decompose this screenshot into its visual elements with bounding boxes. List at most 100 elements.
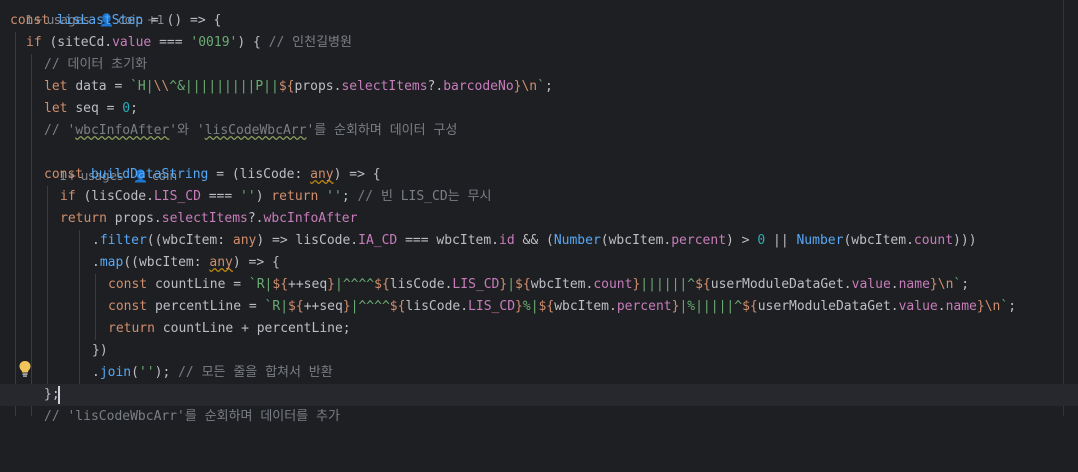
comment: // ' [44, 123, 76, 138]
property: barcodeNo [443, 79, 514, 94]
code-text: = (lisCode: [208, 167, 311, 182]
code-text: }) [92, 343, 108, 358]
lightbulb-icon[interactable] [18, 360, 32, 378]
template-brace: ${ [389, 299, 406, 314]
code-text: ) => { [333, 167, 381, 182]
code-line[interactable]: .join(''); // 모든 줄을 합쳐서 반환 [0, 362, 1078, 384]
code-line[interactable]: if (lisCode.LIS_CD === '') return ''; //… [0, 186, 1078, 208]
code-text: . [92, 233, 100, 248]
keyword: if [60, 189, 76, 204]
template-string: ^&|||||||||P|| [169, 79, 279, 94]
template-brace: ${ [742, 299, 758, 314]
usages-hint[interactable]: 1+ usages 👤 coin [44, 143, 177, 183]
string: '' [240, 189, 256, 204]
code-text: === wbcItem. [397, 233, 500, 248]
string: '' [138, 365, 155, 380]
keyword: let [44, 79, 76, 94]
keyword: const [10, 13, 57, 28]
keyword: return [60, 211, 115, 226]
code-text: ) => { [232, 255, 280, 270]
code-line[interactable]: // 데이터 초기화 [0, 54, 1078, 76]
property: name [898, 277, 930, 292]
code-text: ( [131, 365, 139, 380]
code-text: === [151, 35, 191, 50]
property: percent [671, 233, 727, 248]
type-any: any [232, 233, 257, 248]
comment: // 'lisCodeWbcArr'를 순회하며 데이터를 추가 [44, 409, 340, 424]
comment-typo: wbcInfoAfter [75, 123, 170, 138]
text-caret [58, 386, 60, 404]
code-line[interactable]: }) [0, 340, 1078, 362]
number: 0 [122, 101, 131, 116]
code-line[interactable]: return props.selectItems?.wbcInfoAfter [0, 208, 1078, 230]
code-text: ) => lisCode. [256, 233, 359, 248]
code-text: ?. [247, 211, 264, 226]
code-text: ((wbcItem: [146, 233, 233, 248]
template-string: %| [522, 299, 539, 314]
code-text: ?. [427, 79, 444, 94]
keyword: return [108, 321, 163, 336]
code-text: ; [130, 101, 138, 116]
escape-sequence: \n [984, 299, 1001, 314]
code-text: userModuleDataGet. [710, 277, 852, 292]
code-text: props. [294, 79, 342, 94]
code-line[interactable]: // 'wbcInfoAfter'와 'lisCodeWbcArr'를 순회하며… [0, 120, 1078, 142]
usages-hint[interactable]: 1+ usages 👤 coin +1 [10, 0, 164, 27]
template-string: ` [537, 79, 545, 94]
code-line[interactable]: let seq = 0; [0, 98, 1078, 120]
code-text: (siteCd. [41, 35, 113, 50]
property: wbcInfoAfter [263, 211, 358, 226]
code-text: (wbcItem. [600, 233, 672, 248]
property: selectItems [161, 211, 248, 226]
code-line-current[interactable]: }; [0, 384, 1078, 406]
code-editor[interactable]: 1+ usages 👤 coin +1 const lisLastStep = ()… [0, 0, 1078, 424]
code-text: ) > [726, 233, 758, 248]
template-brace: ${ [272, 277, 289, 292]
code-text: ((wbcItem: [123, 255, 210, 270]
property: LIS_CD [153, 189, 201, 204]
property: LIS_CD [468, 299, 516, 314]
property: value [112, 35, 152, 50]
property: percent [616, 299, 672, 314]
property: value [898, 299, 938, 314]
code-text: ) [255, 189, 272, 204]
code-text: data = [75, 79, 131, 94]
code-text: props. [114, 211, 162, 226]
code-line[interactable]: return countLine + percentLine; [0, 318, 1078, 340]
template-string: `R| [264, 299, 289, 314]
template-brace: } [342, 299, 351, 314]
keyword: let [44, 101, 76, 116]
escape-sequence: \n [937, 277, 954, 292]
property: count [913, 233, 954, 248]
code-line[interactable]: .map((wbcItem: any) => { [0, 252, 1078, 274]
template-brace: } [327, 277, 335, 292]
template-string: `R| [248, 277, 273, 292]
code-text: === [200, 189, 241, 204]
code-text: ) { [237, 35, 269, 50]
code-text: lisCode. [405, 299, 469, 314]
code-text: . [92, 365, 100, 380]
code-line[interactable]: const countLine = `R|${++seq}|^^^^${lisC… [0, 274, 1078, 296]
code-text: . [937, 299, 946, 314]
template-brace: ${ [278, 79, 295, 94]
property: count [593, 277, 633, 292]
template-brace: ${ [374, 277, 390, 292]
number: 0 [757, 233, 766, 248]
code-line[interactable]: const percentLine = `R|${++seq}|^^^^${li… [0, 296, 1078, 318]
code-text: ++seq [288, 277, 328, 292]
keyword: const [44, 167, 91, 182]
template-string: |^^^^ [335, 277, 375, 292]
property: id [499, 233, 515, 248]
code-text: = () => { [143, 13, 222, 28]
template-brace: } [929, 277, 938, 292]
code-line[interactable]: let data = `H|\\^&|||||||||P||${props.se… [0, 76, 1078, 98]
code-line[interactable]: const buildDataString = (lisCode: any) =… [0, 164, 1078, 186]
keyword: const [108, 277, 155, 292]
function-name: Number [796, 233, 844, 248]
code-line[interactable]: if (siteCd.value === '0019') { // 인천길병원 [0, 32, 1078, 54]
code-line[interactable]: .filter((wbcItem: any) => lisCode.IA_CD … [0, 230, 1078, 252]
code-line[interactable]: // 'lisCodeWbcArr'를 순회하며 데이터를 추가 [0, 406, 1078, 428]
type-any: any [310, 167, 334, 182]
code-line[interactable]: const lisLastStep = () => { [0, 10, 1078, 32]
code-text: countLine = [154, 277, 249, 292]
